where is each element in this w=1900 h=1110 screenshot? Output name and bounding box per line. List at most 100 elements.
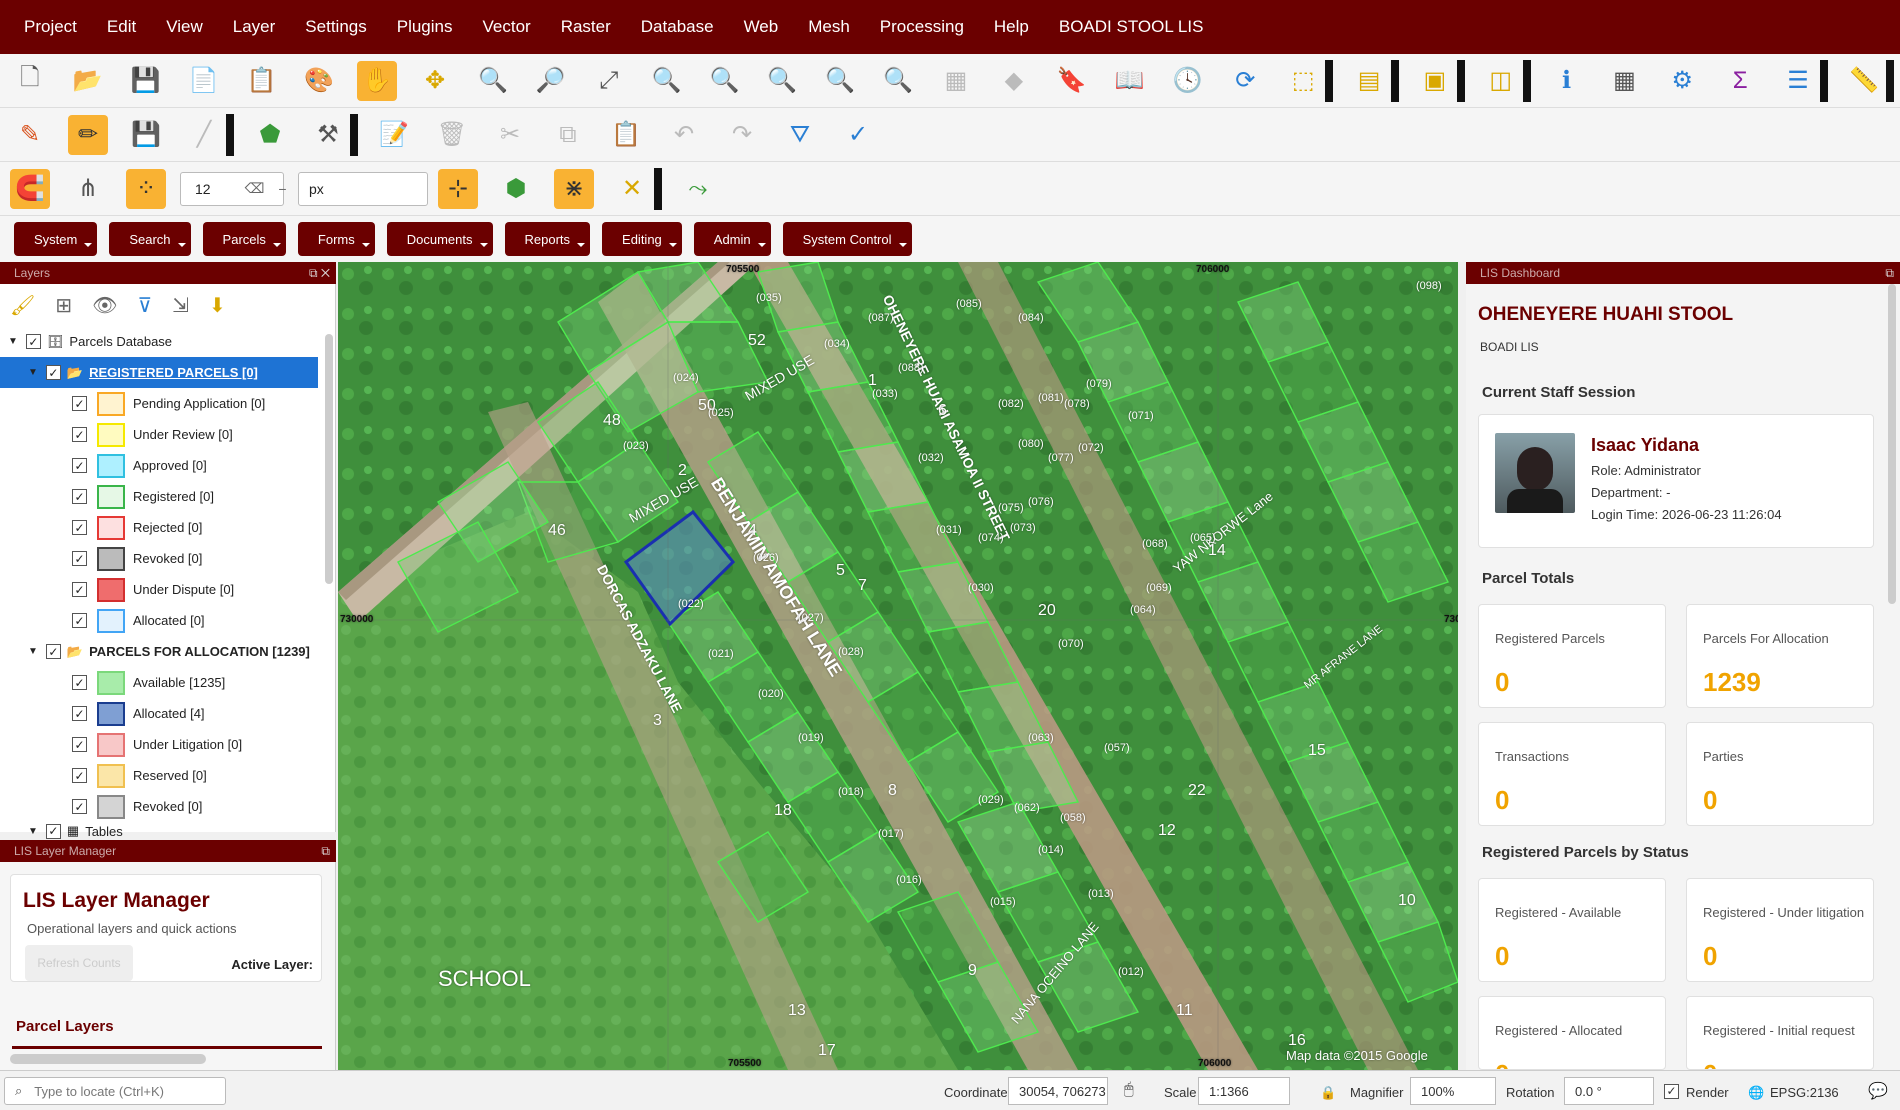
dropdown-handle[interactable] — [1885, 59, 1894, 102]
layer-checkbox[interactable]: ✓ — [45, 365, 61, 380]
select-by-value-icon[interactable]: ▤ — [1349, 61, 1389, 101]
identify-features-icon[interactable]: ℹ — [1547, 61, 1587, 101]
lis-menu-button[interactable]: Forms — [297, 222, 375, 256]
lock-scale-icon[interactable]: 🔒 — [1320, 1085, 1336, 1101]
scale-field[interactable]: 1:1366 — [1198, 1077, 1290, 1105]
self-snapping-icon[interactable]: ✕ — [612, 169, 652, 209]
menu-item[interactable]: Settings — [305, 17, 384, 37]
zoom-out-icon[interactable]: 🔎 — [531, 61, 571, 101]
filter-icon[interactable]: ⊽ — [138, 293, 153, 318]
new-project-icon[interactable]: 🗋 — [10, 61, 50, 101]
tree-layer-item[interactable]: ✓ Under Dispute [0] — [0, 574, 335, 605]
tree-layer-item[interactable]: ✓ Revoked [0] — [0, 543, 335, 574]
dropdown-handle[interactable] — [1820, 59, 1828, 102]
tree-layer-item[interactable]: ✓ Under Review [0] — [0, 419, 335, 450]
layer-checkbox[interactable]: ✓ — [72, 799, 87, 814]
tracing-icon[interactable]: ⤳ — [678, 169, 718, 209]
menu-item[interactable]: Mesh — [808, 17, 868, 37]
crs-label[interactable]: EPSG:2136 — [1770, 1085, 1839, 1100]
open-table-icon[interactable]: ☰ — [1778, 61, 1818, 101]
save-project-icon[interactable]: 💾 — [126, 61, 166, 101]
layer-checkbox[interactable]: ✓ — [72, 520, 87, 535]
tree-layer-item[interactable]: ✓ Approved [0] — [0, 450, 335, 481]
new-3d-view-icon[interactable]: ◆ — [994, 61, 1034, 101]
layer-checkbox[interactable]: ✓ — [45, 644, 61, 659]
layer-checkbox[interactable]: ✓ — [72, 737, 87, 752]
pan-to-selection-icon[interactable]: ✥ — [415, 61, 455, 101]
lis-menu-button[interactable]: Admin — [693, 222, 771, 256]
tree-layer-item[interactable]: ✓ Allocated [0] — [0, 605, 335, 636]
lis-menu-button[interactable]: System — [14, 222, 98, 256]
snapping-magnet-icon[interactable]: 🧲 — [10, 168, 50, 209]
modify-attributes-icon[interactable]: 📝 — [374, 115, 414, 155]
menu-item[interactable]: BOADI STOOL LIS — [1059, 17, 1222, 37]
tree-layer-item[interactable]: ✓ Allocated [4] — [0, 698, 335, 729]
layers-scrollbar[interactable] — [325, 334, 333, 584]
add-polygon-icon[interactable]: ⬟ — [250, 115, 290, 155]
layer-checkbox[interactable]: ✓ — [72, 706, 87, 721]
tree-layer-item[interactable]: ✓ Revoked [0] — [0, 791, 335, 822]
select-features-icon[interactable]: ⬚ — [1283, 61, 1323, 101]
toggle-editing-icon[interactable]: ✏ — [68, 114, 108, 155]
remove-layer-icon[interactable]: ⬇ — [209, 293, 226, 318]
dropdown-handle[interactable] — [226, 113, 234, 156]
zoom-in-icon[interactable]: 🔍 — [473, 61, 513, 101]
dropdown-handle[interactable] — [1325, 59, 1334, 102]
dropdown-handle[interactable] — [350, 113, 358, 156]
layer-checkbox[interactable]: ✓ — [72, 396, 87, 411]
layer-checkbox[interactable]: ✓ — [72, 489, 87, 504]
dropdown-handle[interactable] — [1456, 59, 1465, 102]
copy-features-icon[interactable]: ⧉ — [548, 115, 588, 155]
show-bookmarks-icon[interactable]: 📖 — [1110, 61, 1150, 101]
select-location-icon[interactable]: ◫ — [1481, 61, 1521, 101]
menu-item[interactable]: Project — [24, 17, 95, 37]
settings-gear-icon[interactable]: ⚙ — [1662, 61, 1702, 101]
redo-icon[interactable]: ↷ — [722, 115, 762, 155]
menu-item[interactable]: Database — [641, 17, 732, 37]
menu-item[interactable]: Raster — [561, 17, 629, 37]
tree-group-registered[interactable]: ▼ ✓ 📂 REGISTERED PARCELS [0] — [0, 357, 318, 388]
zoom-last-icon[interactable]: 🔍 — [820, 61, 860, 101]
magnifier-field[interactable]: 100% — [1410, 1077, 1496, 1105]
refresh-icon[interactable]: ⟳ — [1225, 61, 1265, 101]
lis-menu-button[interactable]: Parcels — [202, 222, 286, 256]
menu-item[interactable]: Help — [994, 17, 1047, 37]
clear-icon[interactable]: ⌫ — [245, 180, 265, 197]
minus-icon[interactable]: − — [278, 181, 286, 197]
menu-item[interactable]: Layer — [233, 17, 294, 37]
tree-layer-item[interactable]: ✓ Under Litigation [0] — [0, 729, 335, 760]
layer-checkbox[interactable]: ✓ — [45, 823, 61, 839]
map-canvas[interactable]: BENJAMIN AMOFAH LANE OHENEYERE HUAHI ASAM… — [338, 262, 1458, 1070]
style-manager-icon[interactable]: 🎨 — [299, 61, 339, 101]
layer-checkbox[interactable]: ✓ — [72, 427, 87, 442]
bookmark-icon[interactable]: 🔖 — [1052, 61, 1092, 101]
zoom-to-selection-icon[interactable]: 🔍 — [647, 61, 687, 101]
attribute-table-icon[interactable]: ▦ — [1605, 61, 1645, 101]
float-icon[interactable]: ⧉ — [1885, 266, 1894, 281]
layer-checkbox[interactable]: ✓ — [72, 768, 87, 783]
locate-search-input[interactable]: ⌕ Type to locate (Ctrl+K) — [4, 1077, 226, 1105]
messages-icon[interactable]: 💬 — [1868, 1081, 1888, 1101]
add-line-icon[interactable]: ╱ — [184, 115, 224, 155]
topological-editing-icon[interactable]: ⬢ — [496, 169, 536, 209]
add-group-icon[interactable]: ⊞ — [55, 293, 72, 318]
layer-checkbox[interactable]: ✓ — [72, 458, 87, 473]
statistics-sum-icon[interactable]: Σ — [1720, 61, 1760, 101]
lis-menu-button[interactable]: Documents — [386, 222, 493, 256]
open-project-icon[interactable]: 📂 — [68, 61, 108, 101]
expand-arrow-icon[interactable]: ▼ — [8, 336, 18, 347]
crs-globe-icon[interactable]: 🌐 — [1748, 1085, 1764, 1101]
snap-units-select[interactable]: px — [298, 171, 428, 206]
temporal-controller-icon[interactable]: 🕓 — [1168, 61, 1208, 101]
tree-root[interactable]: ▼ ✓ 🗄 Parcels Database — [0, 326, 335, 357]
lis-menu-button[interactable]: Editing — [602, 222, 682, 256]
tree-layer-item[interactable]: ✓ Registered [0] — [0, 481, 335, 512]
rotation-field[interactable]: 0.0 ° — [1564, 1077, 1654, 1105]
new-print-layout-icon[interactable]: 📄 — [184, 61, 224, 101]
snap-tolerance-input[interactable]: 12 ⌫ − — [180, 171, 287, 206]
expand-arrow-icon[interactable]: ▼ — [28, 826, 38, 837]
snap-intersection-icon[interactable]: ⊹ — [438, 168, 478, 209]
menu-item[interactable]: Plugins — [397, 17, 471, 37]
snap-vertex-icon[interactable]: ⁘ — [126, 168, 166, 209]
style-icon[interactable]: 🖌 — [10, 293, 35, 318]
